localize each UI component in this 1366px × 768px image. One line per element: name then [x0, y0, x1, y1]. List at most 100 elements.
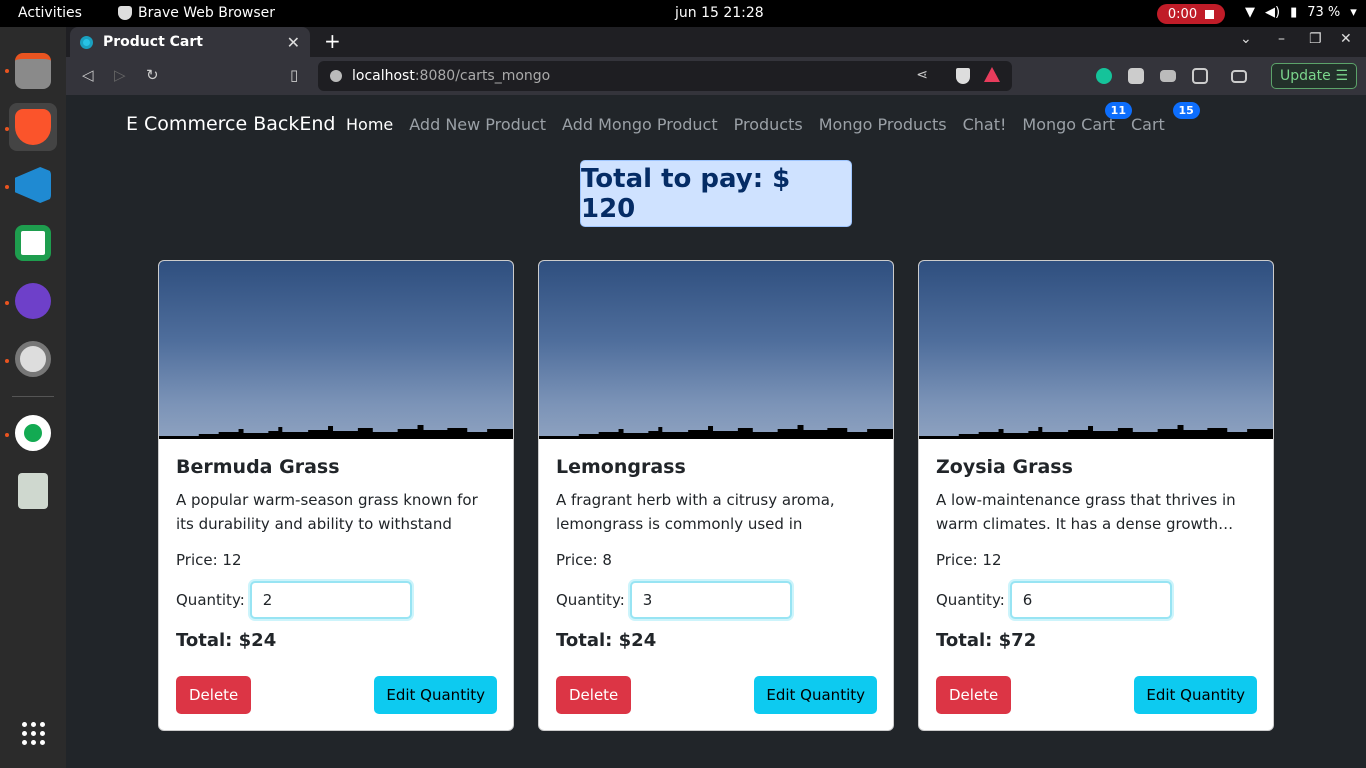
tab-search-icon[interactable]: ⌄ [1240, 31, 1252, 47]
files-app-icon[interactable] [9, 47, 57, 95]
close-tab-icon[interactable]: ✕ [287, 33, 300, 52]
product-image [159, 261, 513, 439]
app-menu[interactable]: Brave Web Browser [118, 5, 275, 21]
github-desktop-app-icon[interactable] [9, 277, 57, 325]
forward-button[interactable]: ▷ [114, 66, 126, 84]
browser-tab[interactable]: Product Cart ✕ [70, 27, 310, 57]
share-icon[interactable]: ⋖ [916, 67, 928, 83]
clock[interactable]: jun 15 21:28 [675, 5, 764, 21]
reload-button[interactable]: ↻ [146, 66, 159, 84]
grammarly-extension-icon[interactable] [1096, 68, 1112, 84]
url-path: :8080/carts_mongo [414, 68, 551, 84]
system-top-bar: Activities Brave Web Browser jun 15 21:2… [0, 0, 1366, 27]
delete-button[interactable]: Delete [556, 676, 632, 714]
total-to-pay-text: Total to pay: $ 120 [581, 163, 791, 224]
battery-level: 73 % [1307, 5, 1341, 20]
navbar-brand[interactable]: E Commerce BackEnd [126, 113, 335, 135]
play-icon [15, 341, 51, 377]
quantity-label: Quantity: [936, 591, 1005, 609]
browser-tab-strip: Product Cart ✕ + ⌄ – ❐ ✕ [66, 27, 1366, 57]
total-to-pay-alert: Total to pay: $ 120 [580, 160, 852, 227]
product-card: Lemongrass A fragrant herb with a citrus… [538, 260, 894, 731]
cart-items-grid: Bermuda Grass A popular warm-season gras… [158, 260, 1274, 731]
product-image [539, 261, 893, 439]
wallet-icon[interactable] [1231, 70, 1247, 83]
stop-icon [1205, 9, 1215, 19]
screen-recording-indicator[interactable]: 0:00 [1157, 4, 1225, 24]
cart-count-badge: 15 [1172, 102, 1200, 119]
mongodb-compass-app-icon[interactable] [9, 409, 57, 457]
product-price: Price: 12 [176, 551, 242, 569]
playlist-icon[interactable] [1160, 70, 1176, 82]
nav-link-chat[interactable]: Chat! [963, 115, 1007, 134]
quantity-input[interactable] [629, 581, 792, 619]
sidebar-icon[interactable] [1192, 68, 1208, 84]
menu-icon: ☰ [1335, 68, 1348, 84]
product-description: A fragrant herb with a citrusy aroma, le… [556, 491, 835, 533]
brave-app-icon[interactable] [9, 103, 57, 151]
product-name: Lemongrass [556, 456, 686, 478]
nav-link-cart[interactable]: Cart 15 [1130, 102, 1200, 134]
trash-icon [18, 473, 48, 509]
navbar-links: Home Add New Product Add Mongo Product P… [346, 102, 1200, 134]
brave-shields-icon[interactable] [956, 68, 970, 84]
calc-app-icon[interactable] [9, 219, 57, 267]
brave-rewards-icon[interactable] [984, 67, 1000, 82]
spreadsheet-icon [15, 225, 51, 261]
nav-link-mongo-cart[interactable]: Mongo Cart 11 [1022, 102, 1132, 134]
address-bar[interactable]: localhost:8080/carts_mongo ⋖ [318, 61, 1012, 91]
update-button[interactable]: Update ☰ [1271, 63, 1357, 89]
dock [0, 27, 66, 768]
delete-button[interactable]: Delete [176, 676, 252, 714]
vscode-app-icon[interactable] [9, 161, 57, 209]
power-menu-icon: ▾ [1350, 5, 1357, 20]
app-grid-icon [21, 721, 45, 745]
edit-quantity-button[interactable]: Edit Quantity [374, 676, 497, 714]
quantity-label: Quantity: [556, 591, 625, 609]
github-icon [15, 283, 51, 319]
show-applications-button[interactable] [9, 709, 57, 757]
product-name: Zoysia Grass [936, 456, 1073, 478]
trash-app-icon[interactable] [9, 467, 57, 515]
product-price: Price: 8 [556, 551, 612, 569]
city-skyline-image [539, 425, 893, 439]
minimize-button[interactable]: – [1278, 31, 1285, 47]
nav-link-home[interactable]: Home [346, 115, 393, 134]
product-image [919, 261, 1273, 439]
volume-icon: ◀) [1265, 5, 1281, 20]
url-host: localhost [352, 68, 415, 84]
activities-button[interactable]: Activities [18, 5, 82, 21]
wifi-icon: ▼ [1245, 5, 1255, 20]
quantity-input[interactable] [1009, 581, 1172, 619]
nav-link-add-new-product[interactable]: Add New Product [409, 115, 546, 134]
edit-quantity-button[interactable]: Edit Quantity [754, 676, 877, 714]
update-label: Update [1280, 68, 1331, 84]
site-info-icon[interactable] [330, 70, 342, 82]
city-skyline-image [159, 425, 513, 439]
system-tray[interactable]: ▼ ◀) ▮ 73 % ▾ [1245, 5, 1357, 20]
quantity-input[interactable] [249, 581, 412, 619]
back-button[interactable]: ◁ [82, 66, 94, 84]
nav-link-add-mongo-product[interactable]: Add Mongo Product [562, 115, 718, 134]
delete-button[interactable]: Delete [936, 676, 1012, 714]
mongo-cart-count-badge: 11 [1104, 102, 1132, 119]
nav-link-mongo-products[interactable]: Mongo Products [819, 115, 947, 134]
dock-separator [12, 396, 54, 397]
leaf-icon [15, 415, 51, 451]
brave-icon [118, 6, 132, 20]
close-window-button[interactable]: ✕ [1340, 31, 1352, 47]
cart-label: Cart [1130, 115, 1165, 134]
media-player-app-icon[interactable] [9, 335, 57, 383]
nav-link-products[interactable]: Products [734, 115, 803, 134]
quantity-row: Quantity: [176, 581, 496, 619]
line-total: Total: $24 [176, 630, 277, 651]
city-skyline-image [919, 425, 1273, 439]
maximize-button[interactable]: ❐ [1309, 31, 1322, 47]
edit-quantity-button[interactable]: Edit Quantity [1134, 676, 1257, 714]
extensions-icon[interactable] [1128, 68, 1144, 84]
new-tab-button[interactable]: + [324, 29, 341, 53]
quantity-label: Quantity: [176, 591, 245, 609]
line-total: Total: $24 [556, 630, 657, 651]
product-description: A low-maintenance grass that thrives in … [936, 491, 1236, 533]
bookmark-icon[interactable]: ▯ [290, 66, 298, 84]
